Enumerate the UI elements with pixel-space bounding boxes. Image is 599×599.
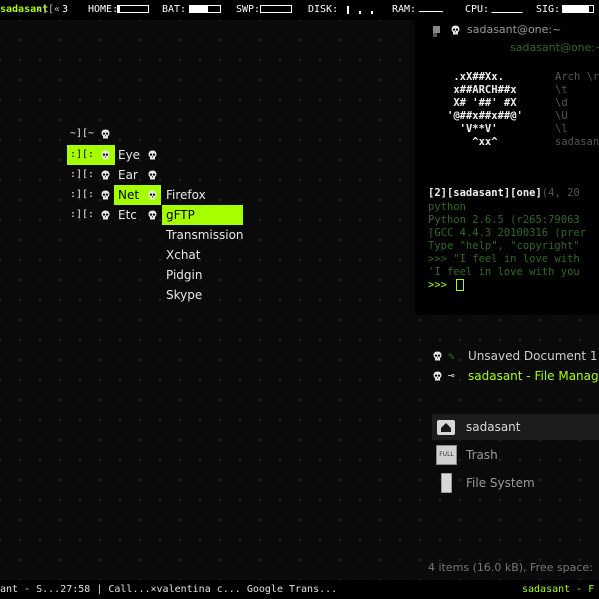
ram-label: RAM: xyxy=(392,4,417,15)
cpu-label: CPU: xyxy=(465,4,490,15)
prompt-header-user: [2][sadasant][one] xyxy=(428,187,542,199)
workspace-number[interactable]: 3 xyxy=(62,0,68,20)
bottom-tasks[interactable]: ant - S...27:58 | Call...×valentina c...… xyxy=(0,580,337,599)
terminal-line: 'I feel in love with you xyxy=(428,266,580,278)
ram-meter xyxy=(418,5,448,13)
menu-tag-ear[interactable]: :][: xyxy=(70,165,94,185)
terminal-line: Python 2.6.5 (r265:79063 xyxy=(428,214,580,226)
pen-icon: ✎ xyxy=(448,350,455,363)
layout-symbol[interactable]: »][« xyxy=(36,0,60,20)
prompt-header-tail: (4, 20 xyxy=(541,187,580,199)
terminal-line: >>> "I feel in love with xyxy=(428,253,580,265)
menu-root-tag[interactable]: ~][~ xyxy=(70,124,94,144)
terminal-title: sadasant@one:~ xyxy=(467,23,562,36)
menu-item-ear[interactable]: Ear xyxy=(118,165,138,185)
terminal-window-icon-shadow xyxy=(433,33,437,37)
signal-meter xyxy=(562,5,594,13)
issue-line: \l xyxy=(555,123,568,135)
terminal-subtitle: sadasant@one:~ xyxy=(510,41,599,54)
signal-label: SIG: xyxy=(536,4,561,15)
terminal-window-icon xyxy=(433,26,440,33)
skull-icon xyxy=(148,170,157,180)
skull-icon xyxy=(148,210,157,220)
issue-line: sadasant xyxy=(555,136,599,148)
skull-icon xyxy=(433,371,442,381)
skull-icon xyxy=(148,190,157,200)
issue-line: \d xyxy=(555,97,568,109)
top-status-bar: sadasant »][« 3 HOME: BAT: SWP: DISK: RA… xyxy=(0,0,599,20)
submenu-item-firefox[interactable]: Firefox xyxy=(166,185,206,205)
file-manager-icon: ⊸ xyxy=(448,369,455,382)
task-file-manager[interactable]: sadasant - File Manager xyxy=(468,368,599,384)
bottom-current-task[interactable]: sadasant - F xyxy=(522,580,594,599)
home-meter xyxy=(117,5,149,13)
submenu-item-skype[interactable]: Skype xyxy=(166,285,202,305)
menu-item-etc[interactable]: Etc xyxy=(118,205,137,225)
disk-meter xyxy=(344,5,376,14)
menu-item-eye[interactable]: Eye xyxy=(118,145,140,165)
home-label: HOME: xyxy=(88,4,119,15)
skull-icon xyxy=(148,150,157,160)
issue-line: \U xyxy=(555,110,568,122)
menu-tag-eye[interactable]: :][: xyxy=(67,145,95,165)
skull-icon xyxy=(451,25,460,35)
submenu-item-gftp[interactable]: gFTP xyxy=(162,205,243,225)
arch-art-line: '@##x##x##@' xyxy=(447,110,523,122)
file-manager-status: 4 items (16.0 kB), Free space: xyxy=(428,561,593,574)
terminal-window[interactable]: sadasant@one:~ sadasant@one:~ .xX##Xx. x… xyxy=(415,18,599,315)
submenu-item-transmission[interactable]: Transmission xyxy=(166,225,244,245)
skull-icon xyxy=(101,129,110,139)
submenu-item-xchat[interactable]: Xchat xyxy=(166,245,200,265)
arch-art-line: ^xx^ xyxy=(447,136,498,148)
skull-icon xyxy=(433,351,442,361)
place-file-system[interactable]: File System xyxy=(466,473,535,493)
task-unsaved-document[interactable]: Unsaved Document 1 - g xyxy=(468,348,599,364)
skull-icon xyxy=(101,190,110,200)
battery-label: BAT: xyxy=(162,4,187,15)
skull-icon xyxy=(101,210,110,220)
menu-tag-net[interactable]: :][: xyxy=(70,185,94,205)
arch-art-line: x##ARCH##x xyxy=(447,84,517,96)
submenu-item-pidgin[interactable]: Pidgin xyxy=(166,265,202,285)
terminal-line: Type "help", "copyright" xyxy=(428,240,580,252)
skull-icon xyxy=(101,150,110,160)
place-trash[interactable]: Trash xyxy=(466,445,498,465)
python-prompt: >>> xyxy=(428,279,454,291)
battery-meter xyxy=(189,5,221,13)
terminal-line: python xyxy=(428,201,466,213)
prompt-header: [2][sadasant][one](4, 20 xyxy=(428,187,580,200)
disk-label: DISK: xyxy=(308,4,339,15)
issue-line: \t xyxy=(555,84,568,96)
terminal-cursor[interactable] xyxy=(456,279,464,291)
trash-icon-label: FULL xyxy=(436,445,457,465)
arch-art-line: .xX##Xx. xyxy=(447,71,504,83)
menu-tag-etc[interactable]: :][: xyxy=(70,205,94,225)
arch-art-line: 'V**V' xyxy=(447,123,498,135)
home-folder-icon xyxy=(435,416,457,440)
skull-icon xyxy=(101,170,110,180)
place-home[interactable]: sadasant xyxy=(466,417,521,437)
terminal-line: [GCC 4.4.3 20100316 (prer xyxy=(428,227,587,239)
issue-line: Arch \r xyxy=(555,71,599,83)
cpu-meter xyxy=(491,5,523,13)
arch-art-line: X# '##' #X xyxy=(447,97,517,109)
swap-label: SWP: xyxy=(236,4,261,15)
swap-meter xyxy=(260,5,292,13)
bottom-task-bar: ant - S...27:58 | Call...×valentina c...… xyxy=(0,580,599,599)
